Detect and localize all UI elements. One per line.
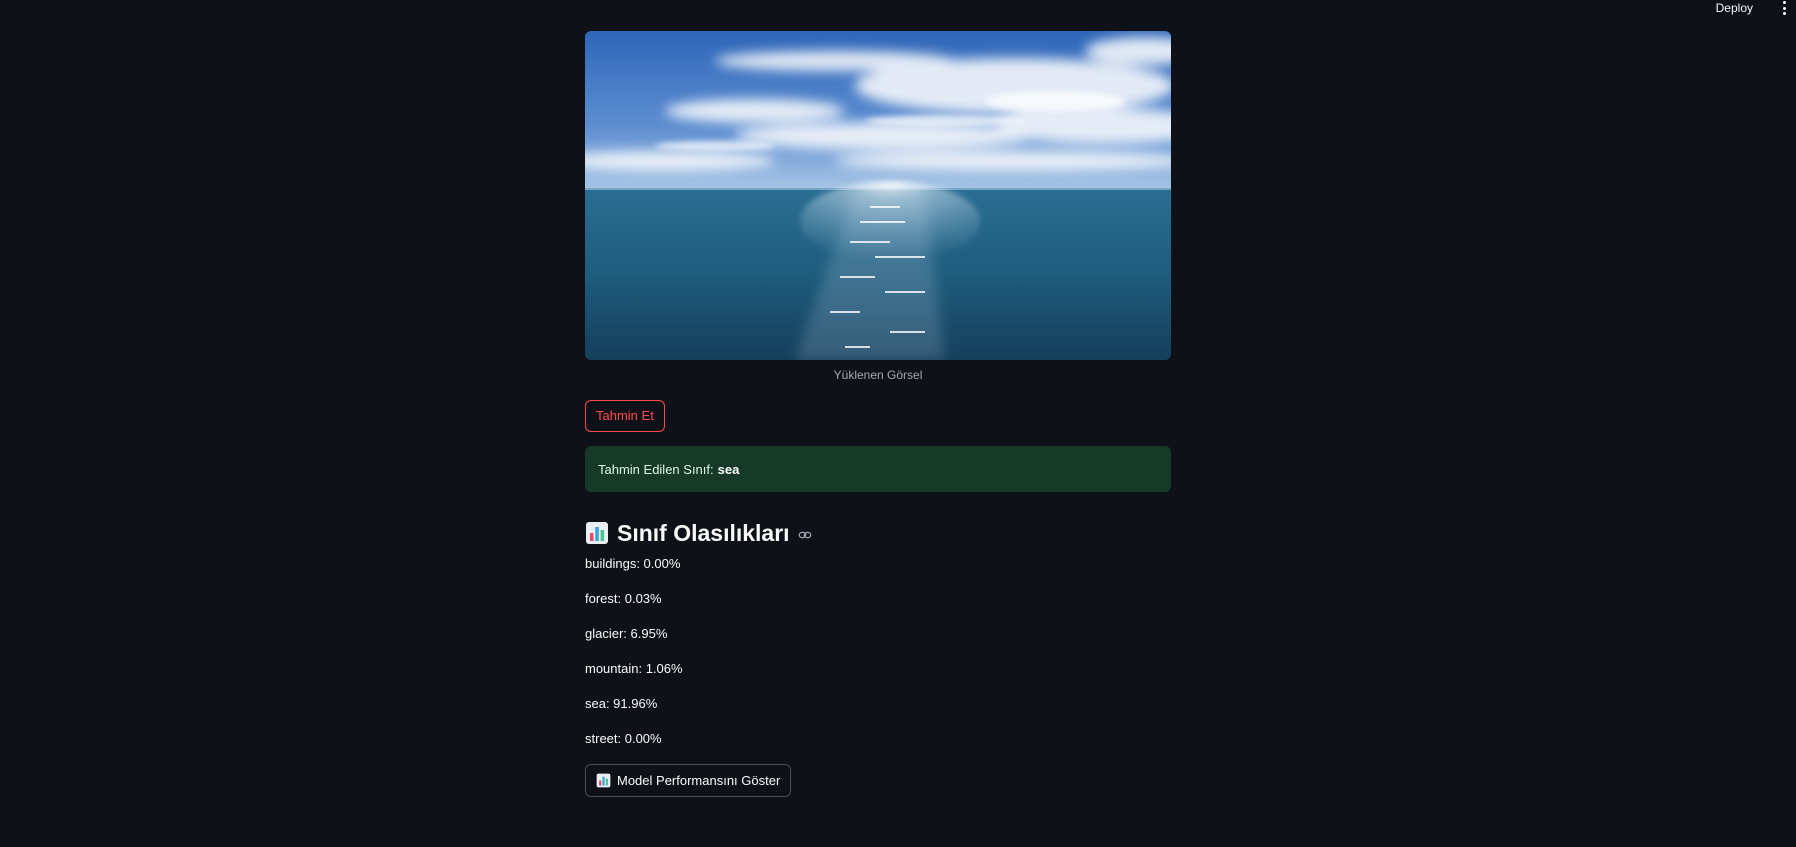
probability-item: buildings: 0.00% — [585, 556, 681, 571]
bar-chart-icon — [596, 773, 611, 788]
main-content: Yüklenen Görsel Tahmin Et Tahmin Edilen … — [585, 31, 1171, 797]
deploy-button[interactable]: Deploy — [1716, 1, 1753, 15]
predict-button[interactable]: Tahmin Et — [585, 400, 665, 432]
prediction-result-class: sea — [717, 461, 740, 477]
show-model-performance-label: Model Performansını Göster — [617, 773, 781, 788]
top-bar: Deploy — [0, 0, 1796, 18]
image-caption: Yüklenen Görsel — [833, 368, 923, 382]
uploaded-image — [585, 31, 1171, 360]
probability-item: forest: 0.03% — [585, 591, 662, 606]
probabilities-list: buildings: 0.00% forest: 0.03% glacier: … — [585, 554, 1171, 764]
probabilities-heading: Sınıf Olasılıkları — [585, 518, 1171, 548]
vertical-ellipsis-icon[interactable] — [1781, 0, 1787, 16]
probability-item: mountain: 1.06% — [585, 661, 683, 676]
bar-chart-icon — [586, 522, 608, 544]
probability-item: glacier: 6.95% — [585, 626, 668, 641]
show-model-performance-button[interactable]: Model Performansını Göster — [585, 764, 792, 797]
probability-item: sea: 91.96% — [585, 696, 658, 711]
prediction-result-alert: Tahmin Edilen Sınıf: sea — [585, 446, 1171, 492]
probabilities-title: Sınıf Olasılıkları — [617, 519, 790, 546]
prediction-result-label: Tahmin Edilen Sınıf: — [598, 461, 714, 477]
sea-image — [585, 31, 1171, 360]
probability-item: street: 0.00% — [585, 731, 662, 746]
link-icon[interactable] — [798, 528, 812, 542]
